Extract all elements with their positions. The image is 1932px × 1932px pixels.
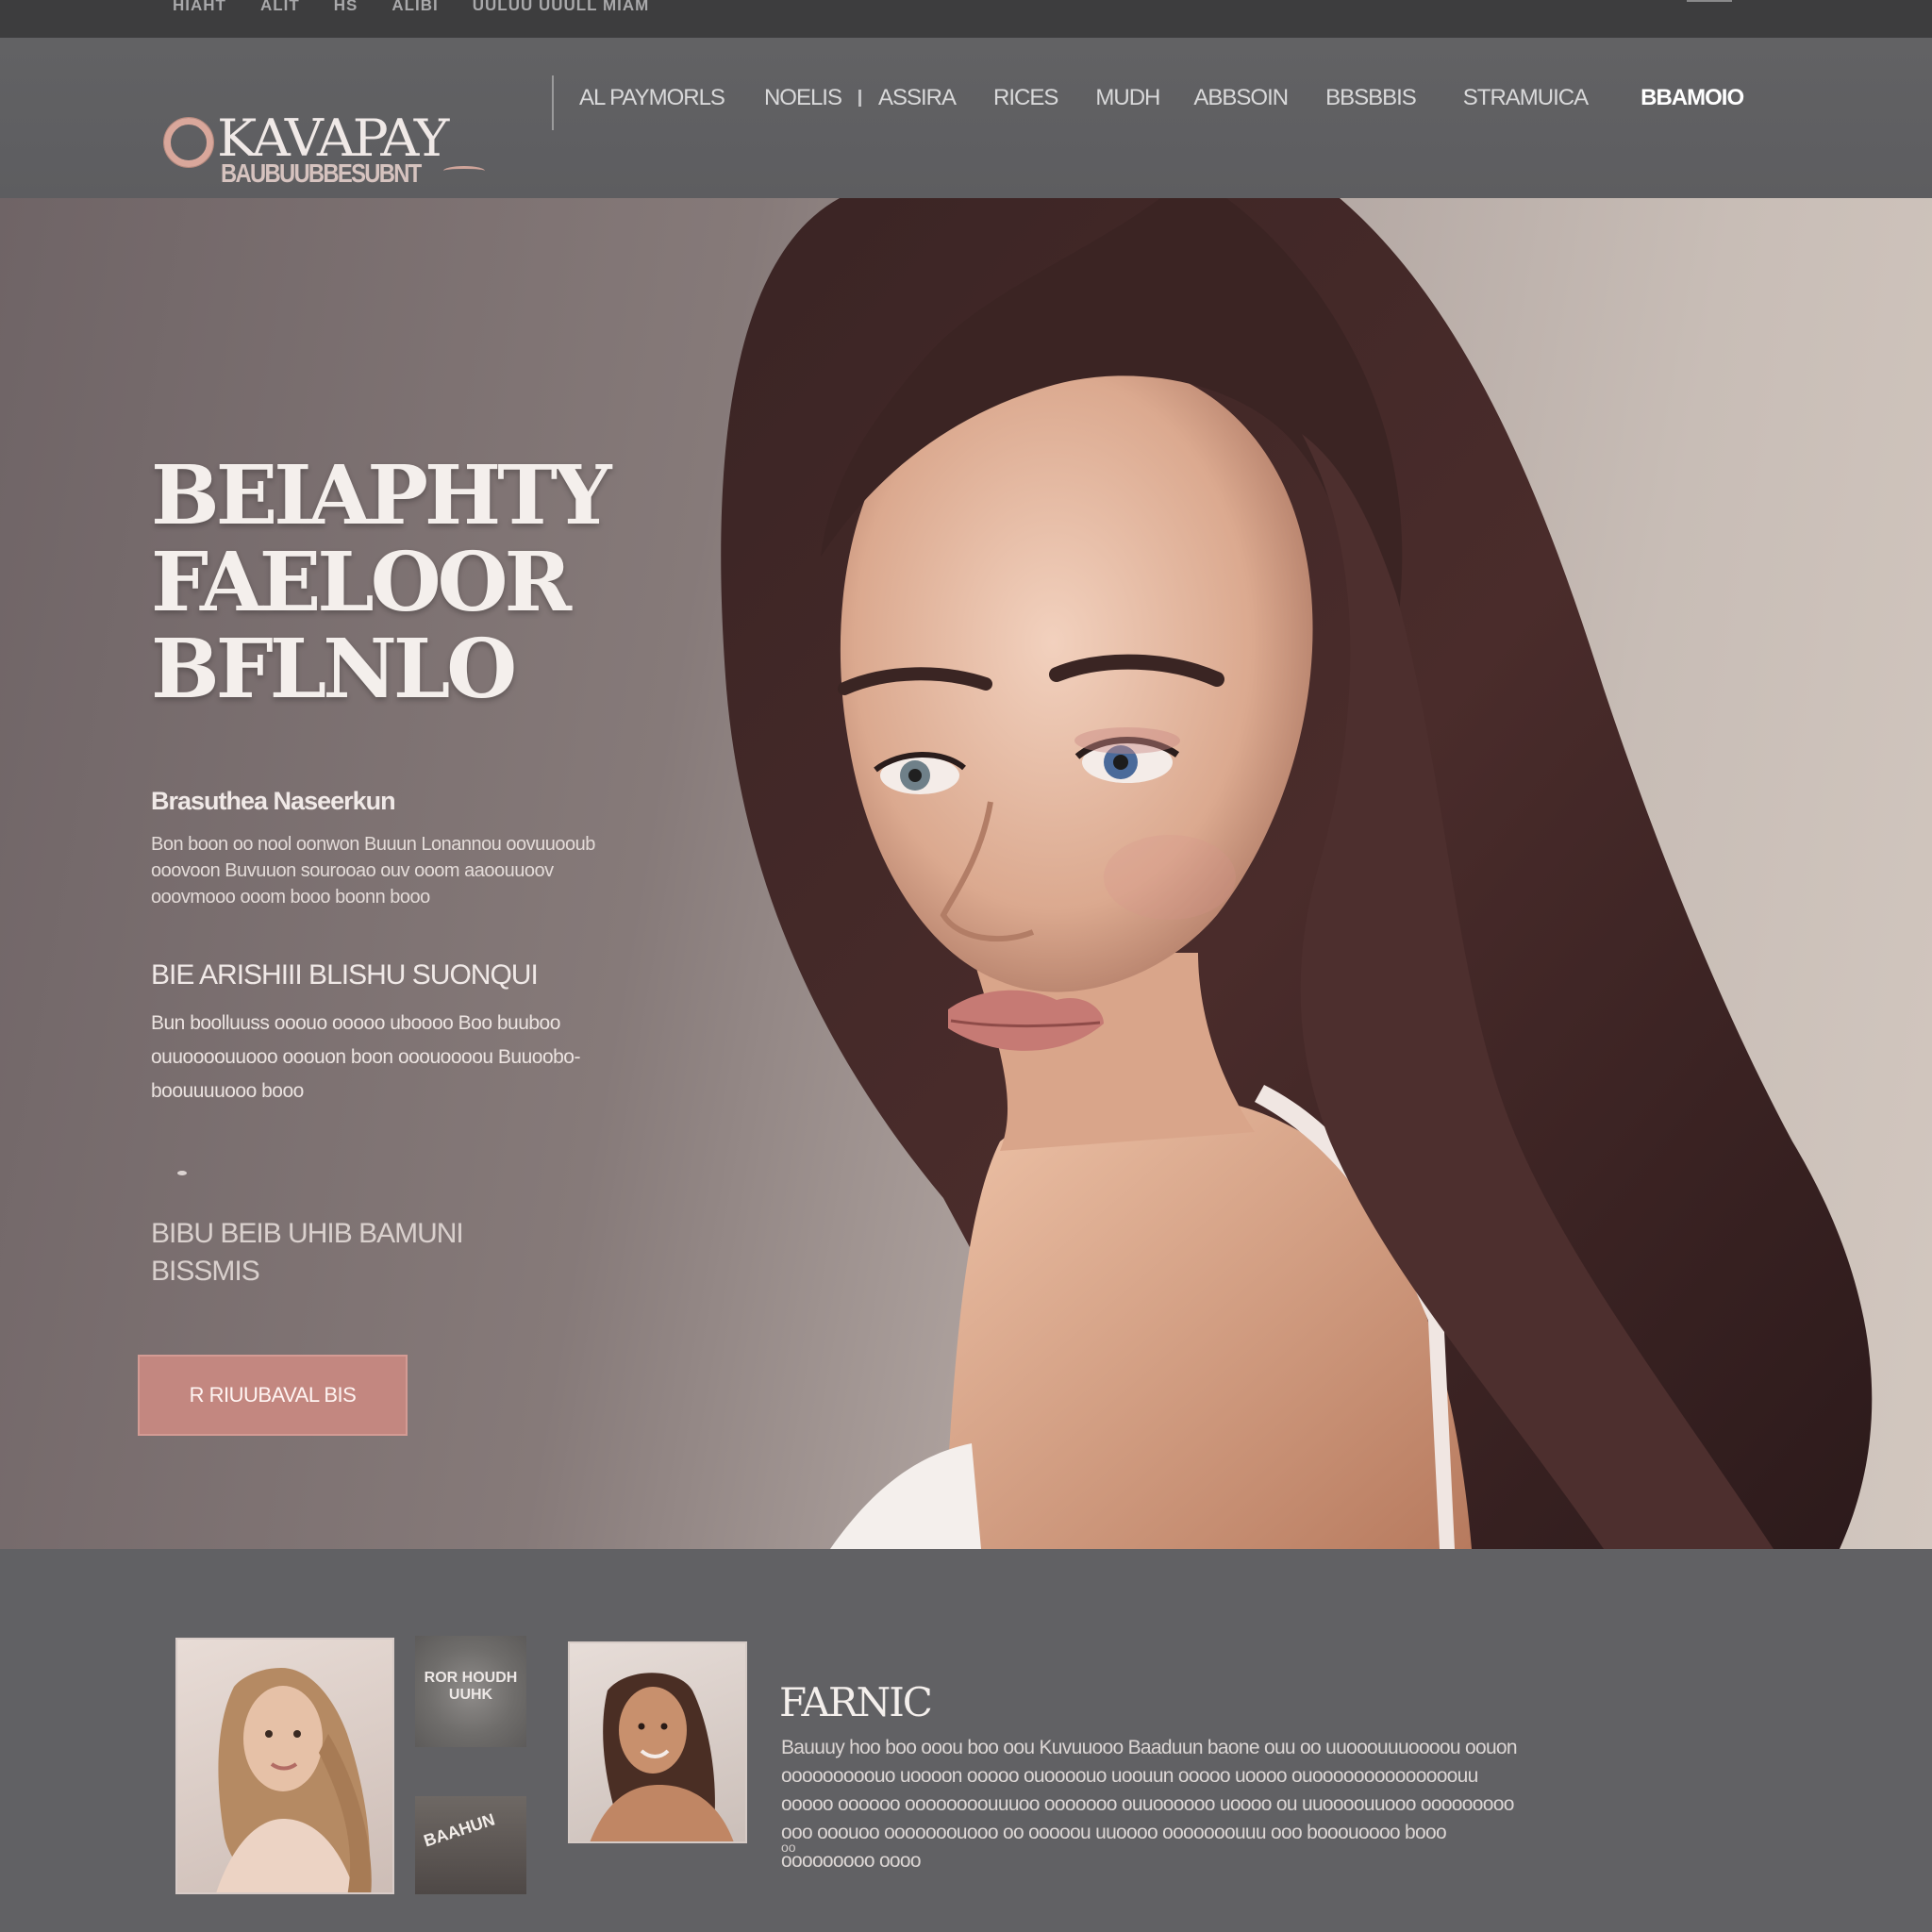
nav-separator — [858, 90, 861, 107]
gallery-image-2[interactable] — [568, 1641, 747, 1843]
gallery-image-3[interactable]: BAAHUN — [415, 1796, 526, 1894]
lower-title: FARNIC — [779, 1679, 933, 1725]
header-divider — [552, 75, 554, 130]
logo-name: KAVAPAY — [217, 108, 449, 168]
portrait-brunette-icon — [590, 1673, 734, 1841]
nav-item-8[interactable]: STRAMUICA — [1463, 85, 1589, 111]
hero-note: BIBU BEIB UHIB BAMUNI BISSMIS — [151, 1218, 464, 1287]
logo-ring-icon — [164, 118, 213, 167]
utility-link-5[interactable]: UULUU UUULL MIAM — [473, 0, 650, 12]
utility-link-3[interactable]: HS — [334, 0, 358, 12]
nav-item-6[interactable]: ABBSOIN — [1193, 85, 1289, 111]
gallery-image-1[interactable] — [175, 1638, 394, 1894]
hero-dot-icon — [177, 1171, 187, 1175]
nav-item-4[interactable]: RICES — [993, 85, 1058, 111]
main-nav: AL PAYMORLS NOELIS ASSIRA RICES MUDH ABB… — [579, 85, 1744, 111]
logo-swash-icon — [443, 166, 485, 175]
utility-right-mark — [1687, 0, 1732, 2]
hero-section: BEIAPHTY FAELOOR BFLNLO Brasuthea Naseer… — [0, 198, 1932, 1549]
nav-item-7[interactable]: BBSBBIS — [1325, 85, 1417, 111]
utility-link-2[interactable]: ALIT — [260, 0, 300, 12]
lower-section: ROR HOUDH UUHK BAAHUN FARNIC Bauuuy hoo … — [0, 1549, 1932, 1932]
nav-item-3[interactable]: ASSIRA — [878, 85, 957, 111]
nav-item-5[interactable]: MUDH — [1095, 85, 1160, 111]
hero-title-line-2: FAELOOR — [151, 535, 572, 630]
nav-item-1[interactable]: AL PAYMORLS — [579, 85, 725, 111]
portrait-blonde-icon — [216, 1668, 372, 1892]
nav-item-2[interactable]: NOELIS — [764, 85, 842, 111]
hero-subheading: Brasuthea Naseerkun — [151, 787, 396, 815]
utility-link-4[interactable]: ALIBI — [391, 0, 438, 12]
utility-links: HIAHT ALIT HS ALIBI UULUU UUULL MIAM — [173, 0, 649, 12]
hero-subheading-2: BIE ARISHIII BLISHU SUONQUI — [151, 959, 539, 991]
nav-item-9[interactable]: BBAMOIO — [1641, 85, 1744, 111]
hero-title-line-1: BEIAPHTY — [151, 448, 612, 543]
utility-link-1[interactable]: HIAHT — [173, 0, 226, 12]
hero-title: BEIAPHTY FAELOOR BFLNLO — [151, 453, 641, 713]
site-header: KAVAPAY BAUBUUBBESUBNT AL PAYMORLS NOELI… — [0, 38, 1932, 198]
badge-text-2: BAAHUN — [421, 1809, 498, 1851]
lower-paragraph: Bauuuy hoo boo ooou boo oou Kuvuuooo Baa… — [781, 1737, 1518, 1872]
hero-paragraph: Bon boon oo nool oonwon Buuun Lonannou o… — [151, 834, 595, 908]
hero-copy: BEIAPHTY FAELOOR BFLNLO Brasuthea Naseer… — [151, 453, 641, 1291]
lower-small-text: oo — [781, 1840, 796, 1855]
logo-tagline: BAUBUUBBESUBNT — [221, 158, 422, 188]
top-utility-bar: HIAHT ALIT HS ALIBI UULUU UUULL MIAM — [0, 0, 1932, 38]
hero-paragraph-2: Bun boolluuss ooouo ooooo uboooo Boo buu… — [151, 1012, 580, 1102]
badge-text: ROR HOUDH UUHK — [424, 1670, 518, 1703]
hero-title-line-3: BFLNLO — [151, 622, 517, 717]
hero-cta-button[interactable]: R RIUUBAVAL BIS — [138, 1355, 408, 1436]
gallery-badge-image[interactable]: ROR HOUDH UUHK — [415, 1636, 526, 1747]
logo[interactable]: KAVAPAY BAUBUUBBESUBNT — [160, 75, 500, 189]
